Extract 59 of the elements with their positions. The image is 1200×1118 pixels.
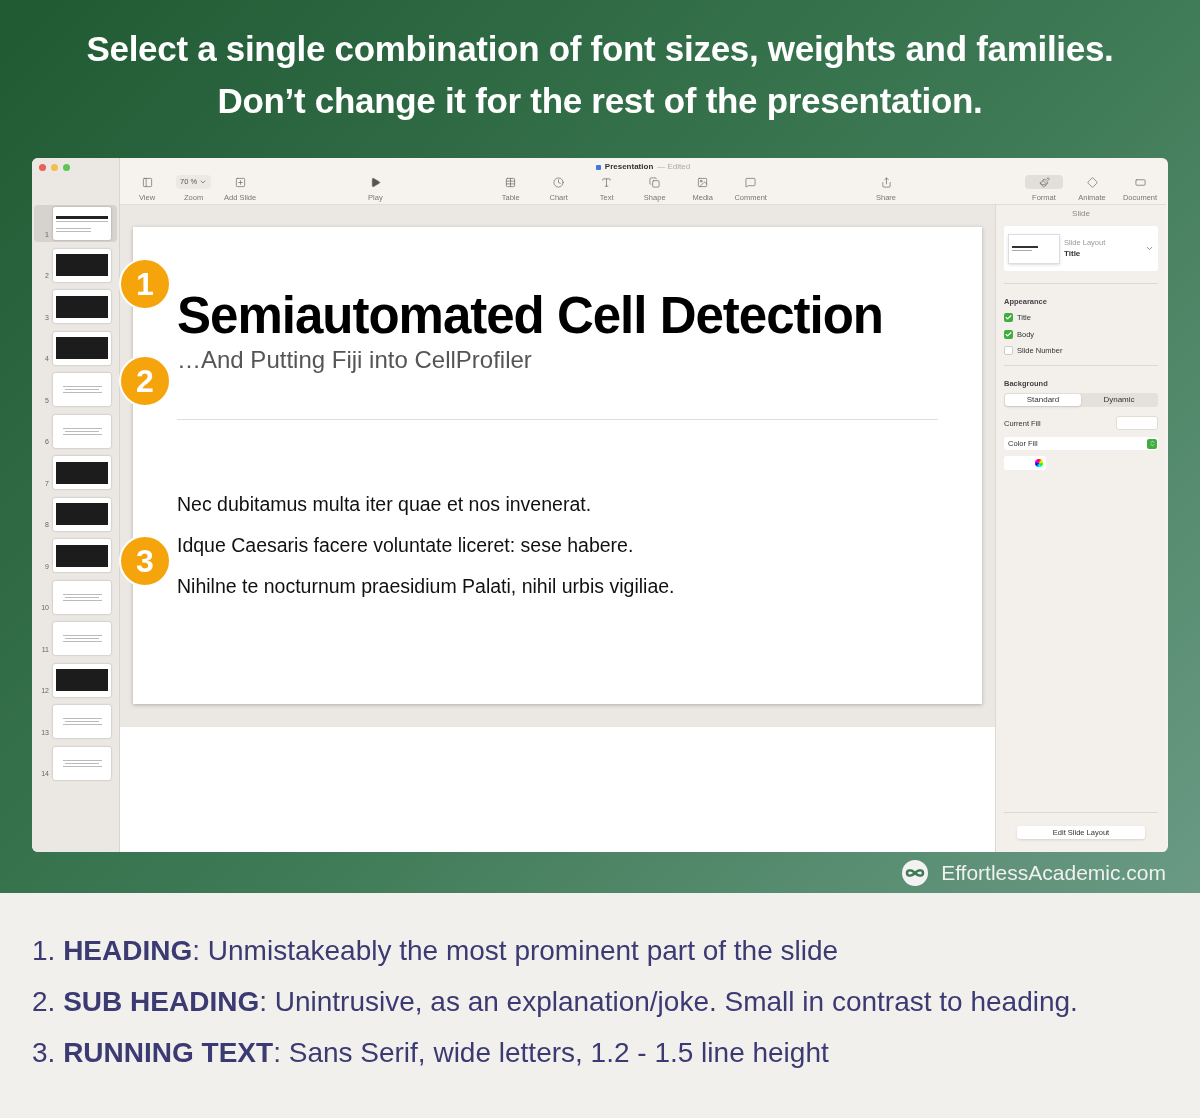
color-well[interactable] [1004, 456, 1046, 471]
shapes-icon [649, 176, 661, 188]
headline: Don’t change it for the rest of the presentation. [217, 82, 983, 120]
diamond-icon [1086, 176, 1098, 188]
brush-icon [1038, 176, 1050, 188]
slide-thumbnail [53, 290, 111, 323]
text-icon [601, 176, 613, 188]
checkbox[interactable] [1004, 345, 1013, 355]
slide-thumbnail [53, 207, 111, 240]
inspector-heading: Slide [1072, 208, 1090, 220]
slide-thumbnail [53, 497, 111, 531]
fill-well[interactable] [1116, 416, 1158, 431]
slide-subtitle: …And Putting Fiji into CellProfiler [177, 345, 533, 375]
brand-name: EffortlessAcademic.com [941, 859, 1166, 886]
share-icon [880, 176, 892, 188]
comment-icon [745, 176, 757, 188]
checkbox[interactable] [1004, 329, 1013, 339]
segment-button[interactable]: Dynamic [1081, 394, 1157, 407]
body-text: Nec dubitamus multa iter quae et nos invenerat. [177, 492, 593, 517]
edited-status: — Edited [657, 161, 691, 173]
headline: Select a single combination of font sizes, weights and families. [86, 30, 1114, 68]
chevron-icon [1145, 244, 1154, 253]
color-wheel-icon [1035, 459, 1043, 468]
slide-thumbnail [53, 414, 111, 448]
close-icon[interactable] [39, 164, 46, 171]
slide-title: Semiautomated Cell Detection [177, 287, 884, 345]
checkbox[interactable] [1004, 313, 1013, 323]
segment-button[interactable]: Standard [1005, 394, 1081, 407]
sidebar-icon [141, 176, 153, 188]
plus-icon [234, 176, 246, 188]
layout-thumbnail [1008, 233, 1060, 264]
note-text: 1. HEADING: Unmistakeably the most prominent part of the slide [32, 934, 840, 968]
document-icon [1134, 176, 1146, 188]
stepper-icon [1147, 438, 1157, 449]
image-icon [697, 176, 709, 188]
play-icon [369, 176, 381, 188]
note-text: 3. RUNNING TEXT: Sans Serif, wide letters, 1.2 - 1.5 line height [32, 1036, 830, 1070]
slide-thumbnail [53, 663, 111, 697]
zoom-icon[interactable] [63, 164, 70, 171]
layout-value: Title [1064, 248, 1082, 261]
slide-thumbnail [53, 746, 111, 780]
slide-thumbnail [53, 373, 111, 406]
slide-thumbnail [53, 248, 111, 282]
document-icon [595, 164, 601, 170]
body-text: Nihilne te nocturnum praesidium Palati, nihil urbis vigiliae. [177, 574, 676, 599]
slide-thumbnail [53, 456, 111, 489]
slide-thumbnail [53, 331, 111, 365]
body-text: Idque Caesaris facere voluntate liceret: sese habere. [177, 533, 635, 558]
window-title: Presentation [604, 161, 654, 173]
slide-thumbnail [53, 539, 111, 572]
table-icon [505, 176, 517, 188]
note-text: 2. SUB HEADING: Unintrusive, as an explanation/joke. Small in contrast to heading. [32, 985, 1079, 1019]
slide-thumbnail [53, 705, 111, 738]
infinity-logo-icon [901, 858, 930, 887]
clock-icon [553, 176, 565, 188]
slide-thumbnail [53, 622, 111, 655]
chevron-icon [199, 178, 208, 186]
slide-thumbnail [53, 580, 111, 614]
minimize-icon[interactable] [51, 164, 58, 171]
